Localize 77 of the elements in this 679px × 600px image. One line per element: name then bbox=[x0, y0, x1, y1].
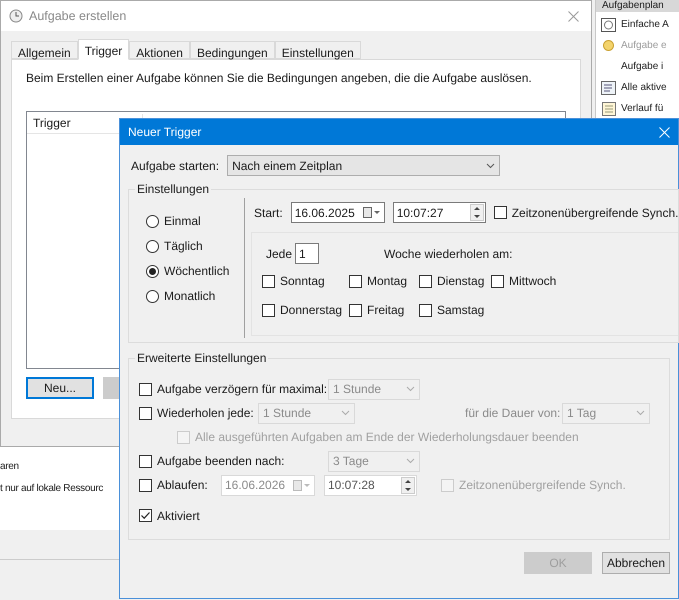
radio-label: Täglich bbox=[164, 238, 203, 255]
checkbox-label: Freitag bbox=[367, 302, 404, 319]
tab[interactable]: Allgemein bbox=[11, 41, 78, 59]
checkbox[interactable] bbox=[139, 382, 152, 396]
radio-label: Einmal bbox=[164, 213, 201, 230]
checkbox[interactable] bbox=[139, 406, 152, 420]
tab[interactable]: Aktionen bbox=[129, 41, 190, 59]
checkbox-label: Zeitzonenübergreifende Synch. bbox=[459, 477, 626, 494]
tab[interactable]: Einstellungen bbox=[274, 41, 361, 59]
group-title: Erweiterte Einstellungen bbox=[136, 350, 268, 367]
chevron-icon bbox=[406, 386, 415, 392]
field-label: Woche wiederholen am: bbox=[384, 246, 513, 262]
group-title: Einstellungen bbox=[136, 181, 210, 198]
schedule-dropdown[interactable]: Nach einem Zeitplan bbox=[227, 155, 500, 176]
checkbox[interactable] bbox=[262, 274, 275, 288]
checkbox[interactable] bbox=[139, 509, 152, 522]
checkbox-label: Donnerstag bbox=[280, 302, 342, 319]
checkbox[interactable] bbox=[139, 454, 152, 468]
calendar-dropdown-icon bbox=[362, 207, 381, 218]
checkbox[interactable] bbox=[139, 478, 152, 492]
window-title: Aufgabe erstellen bbox=[29, 8, 126, 25]
chevron-icon bbox=[406, 458, 415, 464]
field-label: für die Dauer von: bbox=[465, 405, 562, 422]
checkbox[interactable] bbox=[419, 304, 432, 316]
checkbox-label: Zeitzonenübergreifende Synch. bbox=[512, 204, 678, 222]
calendar-dropdown-icon bbox=[293, 480, 311, 490]
checkbox[interactable] bbox=[262, 304, 275, 316]
time-field[interactable]: 10:07:28 bbox=[324, 474, 417, 496]
chevron-icon bbox=[486, 162, 496, 168]
checkbox[interactable] bbox=[349, 274, 362, 288]
checkbox[interactable] bbox=[494, 206, 507, 219]
spinner-icon[interactable] bbox=[470, 204, 484, 221]
tab[interactable]: Trigger bbox=[78, 39, 130, 60]
chevron-icon bbox=[341, 410, 350, 416]
panel-header: Aufgabenplan bbox=[596, 0, 679, 12]
calendar-clock-icon bbox=[601, 17, 616, 32]
panel-item[interactable]: Verlauf fü bbox=[596, 100, 679, 117]
panel-item[interactable]: Alle aktive bbox=[596, 79, 679, 96]
date-field[interactable]: 16.06.2025 bbox=[290, 202, 385, 223]
field-label: Aufgabe starten: bbox=[131, 158, 220, 174]
new-button[interactable]: Neu... bbox=[26, 377, 94, 399]
checkbox-label: Dienstag bbox=[437, 273, 484, 290]
close-icon[interactable] bbox=[568, 10, 579, 22]
checkbox-label: Samstag bbox=[437, 302, 484, 319]
panel-item[interactable]: Aufgabe i bbox=[596, 58, 679, 75]
chevron-icon bbox=[636, 410, 645, 416]
list-window-icon bbox=[601, 80, 616, 94]
checkbox-label: Sonntag bbox=[280, 273, 325, 290]
radio-label: Wöchentlich bbox=[164, 263, 230, 280]
checkbox[interactable] bbox=[349, 304, 362, 316]
radio-button[interactable] bbox=[146, 240, 159, 252]
checkbox-label: Mittwoch bbox=[509, 273, 556, 290]
spinner-icon[interactable] bbox=[401, 476, 415, 494]
field-label: Start: bbox=[254, 204, 283, 222]
cancel-button[interactable]: Abbrechen bbox=[602, 552, 670, 574]
checkbox[interactable] bbox=[419, 274, 432, 288]
number-field[interactable]: 1 bbox=[295, 243, 319, 264]
checkbox-label: Ablaufen: bbox=[157, 477, 208, 494]
checkbox-label: Montag bbox=[367, 273, 408, 290]
checkbox[interactable] bbox=[491, 274, 504, 288]
radio-button[interactable] bbox=[146, 214, 159, 228]
option-text: aren bbox=[0, 460, 19, 474]
option-text: t nur auf lokale Ressourc bbox=[0, 482, 104, 496]
checkbox-label: Aktiviert bbox=[157, 508, 200, 524]
tab[interactable]: Bedingungen bbox=[190, 41, 275, 59]
radio-button[interactable] bbox=[146, 264, 159, 278]
time-field[interactable]: 10:07:27 bbox=[392, 202, 486, 223]
radio-button[interactable] bbox=[146, 290, 159, 302]
field-label: Jede bbox=[265, 246, 294, 262]
log-icon bbox=[602, 102, 616, 116]
checkbox-label: Aufgabe beenden nach: bbox=[157, 453, 284, 470]
checkbox-label: Alle ausgeführten Aufgaben am Ende der Wiederholungsdauer beenden bbox=[195, 429, 579, 446]
checkbox-label: Aufgabe verzögern für maximal: bbox=[157, 381, 328, 398]
radio-label: Monatlich bbox=[164, 288, 216, 305]
description-text: Beim Erstellen einer Aufgabe können Sie die Bedingungen angeben, die die Aufgabe auslösen. bbox=[26, 70, 533, 87]
checkbox-label: Wiederholen jede: bbox=[157, 405, 254, 422]
panel-item[interactable]: Einfache A bbox=[596, 16, 679, 33]
